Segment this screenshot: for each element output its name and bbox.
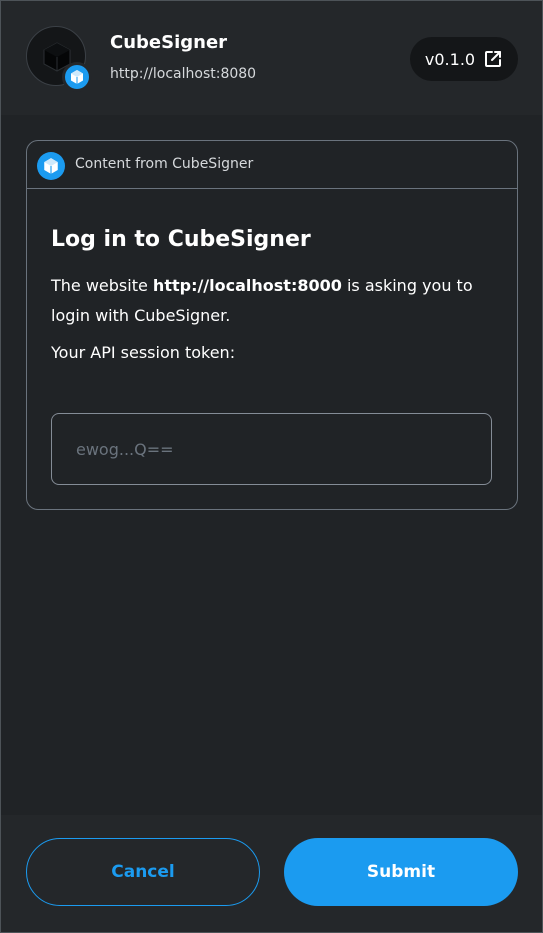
card-description: The website http://localhost:8000 is ask… <box>51 271 501 331</box>
version-label: v0.1.0 <box>424 49 476 69</box>
snap-content-card: Content from CubeSigner Log in to CubeSi… <box>26 140 518 510</box>
desc-url: http://localhost:8000 <box>152 276 342 295</box>
version-button[interactable]: v0.1.0 <box>410 37 518 81</box>
card-header-label: Content from CubeSigner <box>75 156 254 172</box>
snap-name: CubeSigner <box>110 32 228 53</box>
desc-prefix: The website <box>51 276 153 295</box>
card-header: Content from CubeSigner <box>27 141 517 189</box>
cancel-button[interactable]: Cancel <box>26 838 260 906</box>
cube-icon <box>37 152 65 180</box>
snap-header: CubeSigner http://localhost:8080 v0.1.0 <box>0 0 543 115</box>
badge-cube-icon <box>62 62 92 92</box>
external-link-icon <box>485 51 502 67</box>
card-title: Log in to CubeSigner <box>51 227 311 252</box>
token-label: Your API session token: <box>51 343 236 362</box>
submit-button[interactable]: Submit <box>284 838 518 906</box>
token-input[interactable] <box>51 413 492 485</box>
snap-origin: http://localhost:8080 <box>110 66 257 82</box>
